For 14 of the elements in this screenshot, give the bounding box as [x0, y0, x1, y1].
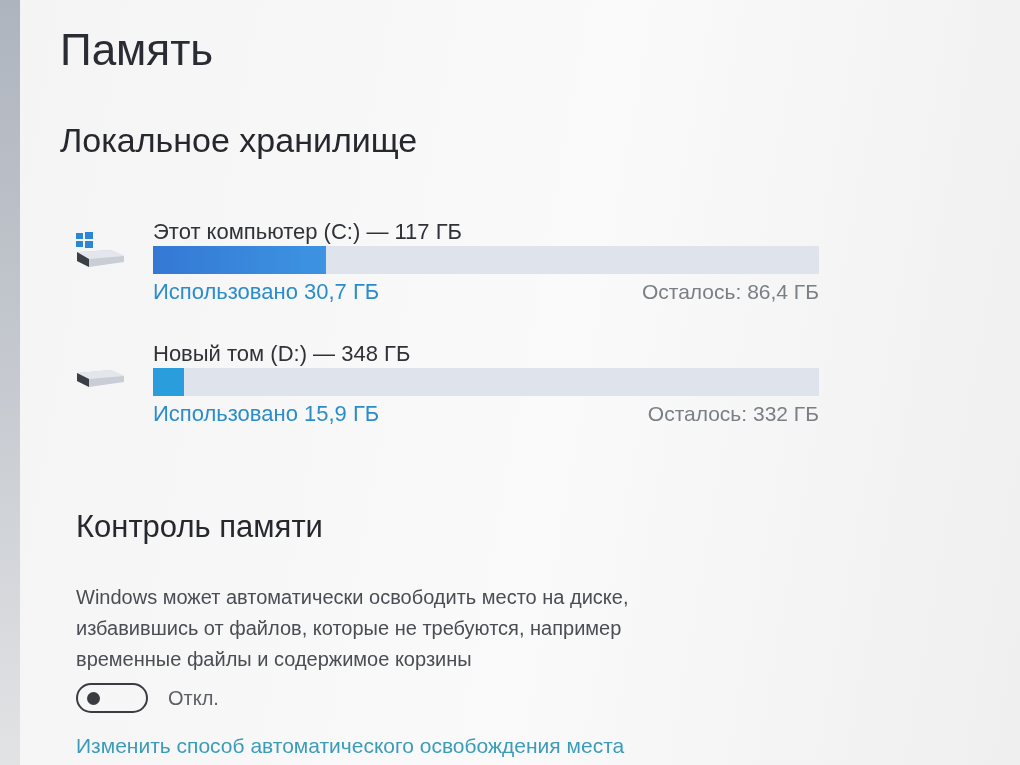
drive-name[interactable]: Новый том (D:) — 348 ГБ	[153, 340, 411, 368]
toggle-state-label: Откл.	[168, 686, 219, 710]
used-space-label: Использовано 30,7 ГБ	[153, 278, 380, 306]
used-space-label: Использовано 15,9 ГБ	[153, 400, 380, 428]
drive-name[interactable]: Этот компьютер (C:) — 117 ГБ	[153, 218, 463, 246]
free-space-label: Осталось: 86,4 ГБ	[641, 279, 819, 305]
toggle-switch[interactable]	[76, 683, 148, 713]
free-space-label: Осталось: 332 ГБ	[647, 401, 819, 427]
section-heading: Контроль памяти	[76, 508, 323, 546]
system-drive-icon	[75, 232, 125, 268]
section-heading: Локальное хранилище	[60, 120, 418, 160]
page-title: Память	[60, 24, 214, 76]
description-text: Windows может автоматически освободить место на диске, избавившись от файлов, которые не требуются, например временные файлы и содержимое корзины	[76, 585, 630, 672]
drive-icon	[75, 368, 125, 388]
